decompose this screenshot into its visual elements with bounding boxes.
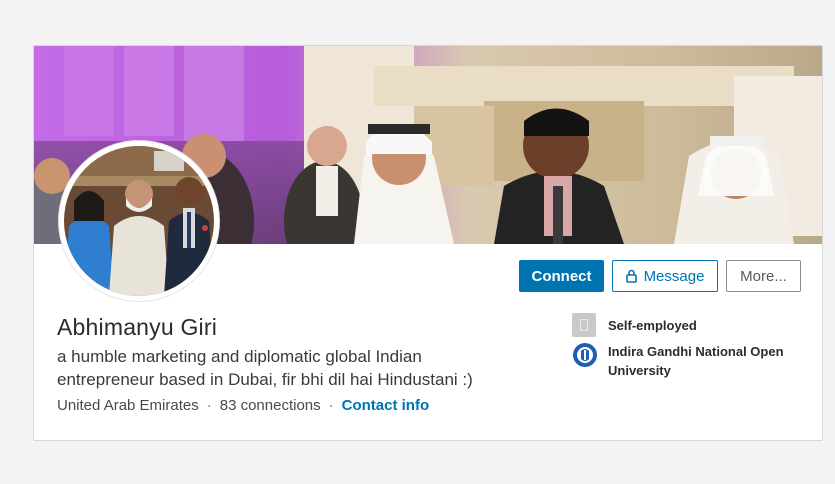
contact-info-link[interactable]: Contact info bbox=[342, 397, 430, 414]
profile-card: Connect Message More... Abhimanyu Giri a… bbox=[33, 45, 823, 441]
meta-separator: · bbox=[328, 397, 334, 414]
meta-separator: · bbox=[206, 397, 212, 414]
profile-connections: 83 connections bbox=[219, 397, 321, 414]
current-position[interactable]: Self-employed bbox=[572, 313, 697, 337]
profile-meta: United Arab Emirates · 83 connections · Cont… bbox=[57, 397, 429, 414]
more-button-label: More... bbox=[740, 267, 787, 285]
university-logo-icon bbox=[573, 343, 597, 367]
lock-icon bbox=[625, 269, 637, 283]
education-item[interactable]: Indira Gandhi National Open University bbox=[572, 342, 808, 380]
current-position-label: Self-employed bbox=[608, 318, 697, 333]
education-label: Indira Gandhi National Open University bbox=[608, 344, 784, 378]
connect-button[interactable]: Connect bbox=[519, 260, 604, 292]
message-button-label: Message bbox=[643, 267, 705, 285]
more-button[interactable]: More... bbox=[726, 260, 801, 292]
message-button[interactable]: Message bbox=[612, 260, 718, 292]
connect-button-label: Connect bbox=[531, 267, 592, 285]
company-icon bbox=[572, 313, 596, 337]
profile-location: United Arab Emirates bbox=[57, 397, 199, 414]
profile-headline: a humble marketing and diplomatic global… bbox=[57, 347, 473, 389]
profile-name: Abhimanyu Giri bbox=[57, 314, 218, 340]
profile-avatar[interactable] bbox=[59, 141, 219, 301]
